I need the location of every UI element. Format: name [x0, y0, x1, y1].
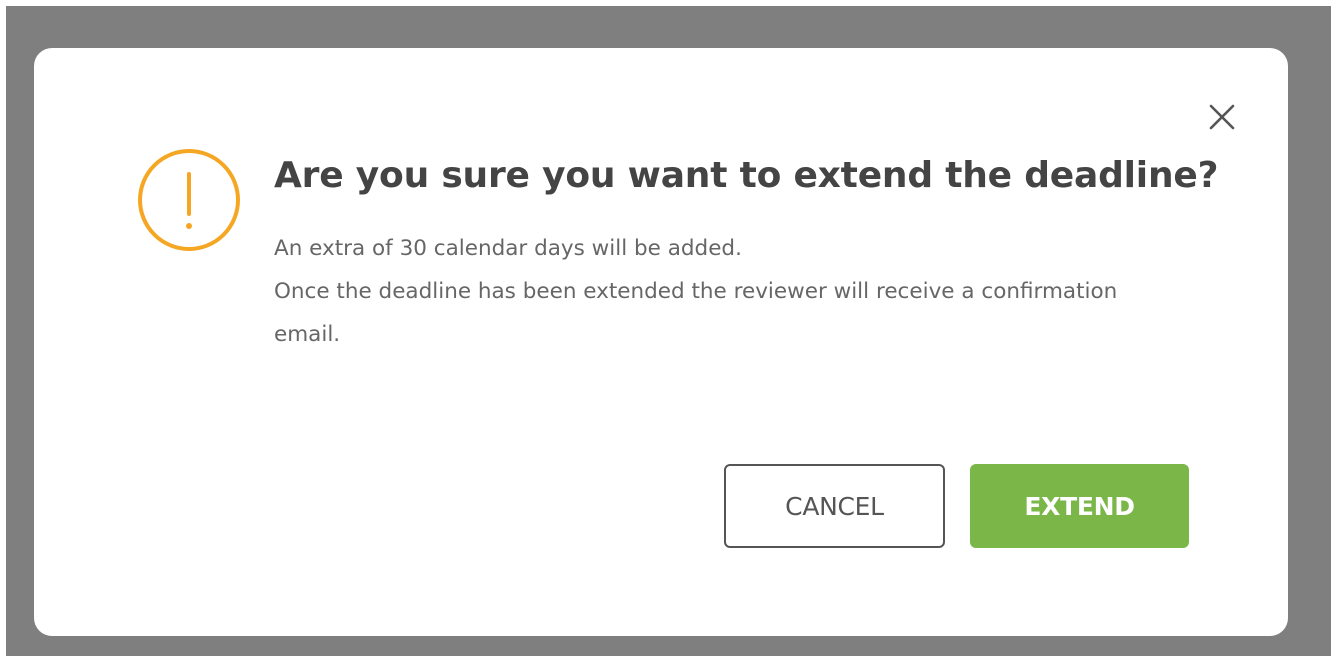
close-icon	[1209, 104, 1235, 130]
close-button[interactable]	[1206, 101, 1238, 133]
cancel-button[interactable]: CANCEL	[724, 464, 945, 548]
extend-button[interactable]: EXTEND	[970, 464, 1189, 548]
warning-exclamation-icon	[136, 147, 242, 253]
message-line: An extra of 30 calendar days will be add…	[274, 236, 742, 261]
dialog-message: An extra of 30 calendar days will be add…	[274, 227, 1174, 356]
dialog-title: Are you sure you want to extend the dead…	[274, 155, 1219, 196]
message-line: Once the deadline has been extended the …	[274, 279, 1118, 347]
confirm-extend-dialog: Are you sure you want to extend the dead…	[34, 48, 1288, 636]
